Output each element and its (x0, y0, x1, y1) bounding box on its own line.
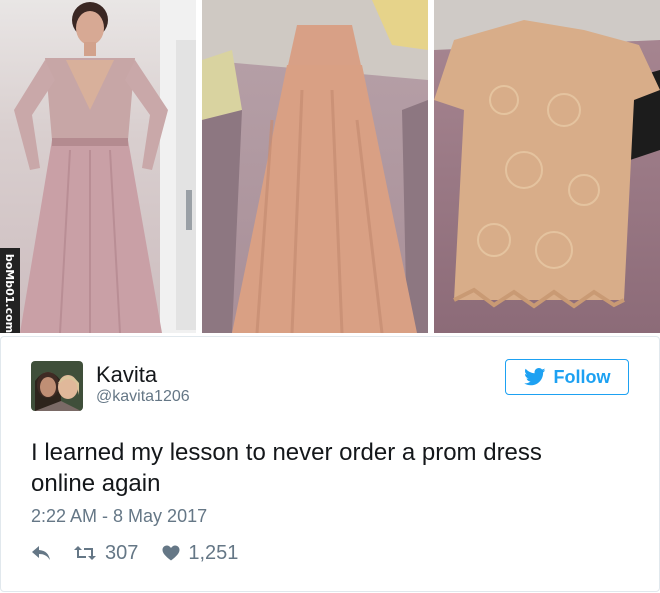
like-action[interactable]: 1,251 (162, 542, 238, 565)
tweet-text-line: online again (31, 470, 161, 497)
photo-original-dress[interactable]: boMb01.com (0, 0, 196, 333)
watermark-badge: boMb01.com (0, 248, 20, 333)
retweet-action[interactable]: 307 (73, 542, 138, 565)
tweet-card: Kavita @kavita1206 Follow I learned my l… (0, 336, 660, 592)
tweet-timestamp[interactable]: 2:22 AM - 8 May 2017 (31, 506, 207, 527)
display-name[interactable]: Kavita (96, 362, 157, 388)
twitter-bird-icon (523, 368, 546, 386)
watermark-text: boMb01.com (3, 253, 17, 333)
tweet-text-line: I learned my lesson to never order a pro… (31, 439, 542, 466)
retweet-count: 307 (105, 541, 139, 564)
photo-received-dress-2[interactable] (434, 0, 660, 333)
photo-received-dress-1[interactable] (202, 0, 428, 333)
avatar[interactable] (31, 361, 83, 411)
photo-strip: boMb01.com (0, 0, 660, 333)
retweet-icon (73, 544, 97, 562)
reply-icon[interactable] (31, 545, 51, 561)
tweet-actions: 307 1,251 (31, 541, 238, 565)
tweet-text: I learned my lesson to never order a pro… (31, 437, 631, 499)
follow-button[interactable]: Follow (505, 359, 629, 395)
heart-icon (162, 545, 180, 561)
like-count: 1,251 (188, 541, 239, 564)
follow-label: Follow (553, 366, 611, 387)
user-handle[interactable]: @kavita1206 (96, 388, 190, 406)
